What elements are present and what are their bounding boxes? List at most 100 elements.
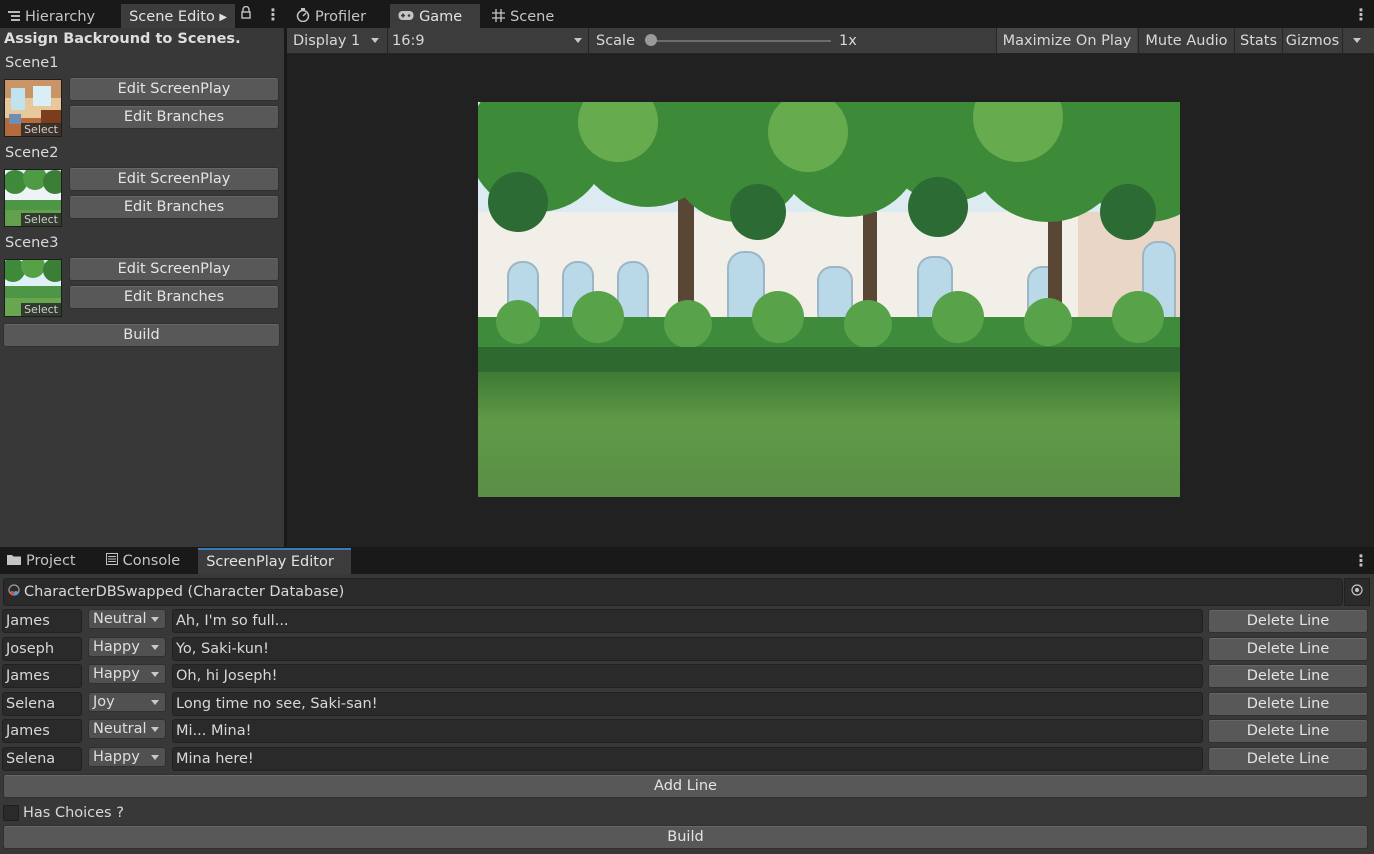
- stats-button[interactable]: Stats: [1234, 28, 1282, 53]
- emotion-dropdown-value: Neutral: [93, 611, 147, 627]
- select-label[interactable]: Select: [21, 123, 61, 136]
- play-arrow-icon[interactable]: ▶: [219, 12, 227, 23]
- game-toolbar: Display 1 16:9 Scale 1x Maximize On Play…: [287, 28, 1374, 54]
- tab-project-label: Project: [26, 553, 76, 569]
- scene-label-2: Scene2: [5, 145, 59, 161]
- tab-scene[interactable]: Scene: [484, 4, 562, 30]
- tab-scene-label: Scene: [510, 9, 555, 25]
- screenplay-line-row: James Happy Oh, hi Joseph! Delete Line: [0, 664, 1374, 689]
- scene2-background-thumbnail[interactable]: Select: [4, 169, 62, 227]
- emotion-dropdown-value: Happy: [93, 638, 140, 655]
- tab-screenplay-editor[interactable]: ScreenPlay Editor: [198, 548, 352, 574]
- emotion-dropdown[interactable]: Neutral: [88, 609, 166, 629]
- emotion-dropdown[interactable]: Happy: [88, 636, 166, 657]
- select-label[interactable]: Select: [21, 303, 61, 316]
- chevron-down-icon: [151, 727, 159, 733]
- screenplay-line-row: James Neutral Mi... Mina! Delete Line: [0, 719, 1374, 744]
- tab-profiler[interactable]: Profiler: [287, 4, 374, 30]
- tab-scene-editor[interactable]: Scene Editor ▶: [121, 4, 236, 30]
- dialogue-text-field[interactable]: Yo, Saki-kun!: [172, 636, 1203, 661]
- delete-line-button[interactable]: Delete Line: [1208, 609, 1368, 633]
- dialogue-text-field[interactable]: Oh, hi Joseph!: [172, 664, 1203, 689]
- dialogue-text-field[interactable]: Mi... Mina!: [172, 719, 1203, 744]
- add-line-button[interactable]: Add Line: [3, 774, 1368, 798]
- character-name-field[interactable]: James: [2, 609, 82, 633]
- scene-build-button[interactable]: Build: [3, 323, 280, 347]
- has-choices-checkbox[interactable]: [3, 805, 19, 821]
- character-name-field[interactable]: James: [2, 664, 82, 689]
- lock-icon[interactable]: [241, 5, 251, 23]
- select-label[interactable]: Select: [21, 213, 61, 226]
- scene-editor-panel: Assign Backround to Scenes. Scene1 Selec…: [0, 28, 284, 547]
- profiler-icon: [296, 8, 310, 26]
- screenplay-line-row: Selena Joy Long time no see, Saki-san! Dele…: [0, 691, 1374, 716]
- character-name-field[interactable]: Selena: [2, 747, 82, 771]
- left-menu-kebab-icon[interactable]: ⋮: [265, 7, 281, 23]
- character-name-field[interactable]: Joseph: [2, 636, 82, 661]
- character-database-value: CharacterDBSwapped (Character Database): [24, 584, 345, 600]
- scene-label-1: Scene1: [5, 55, 59, 71]
- screenplay-build-button[interactable]: Build: [3, 825, 1368, 849]
- main-menu-kebab-icon[interactable]: ⋮: [1353, 7, 1369, 23]
- tab-project[interactable]: Project: [0, 548, 84, 574]
- object-picker-button[interactable]: [1344, 578, 1370, 606]
- tab-hierarchy-label: Hierarchy: [25, 9, 96, 25]
- grid-icon: [492, 8, 506, 26]
- delete-line-button[interactable]: Delete Line: [1208, 719, 1368, 744]
- gizmos-dropdown[interactable]: [1342, 28, 1370, 53]
- aspect-dropdown-value: 16:9: [392, 32, 425, 49]
- scale-label: Scale: [596, 32, 636, 49]
- delete-line-button[interactable]: Delete Line: [1208, 664, 1368, 689]
- character-name-field[interactable]: Selena: [2, 691, 82, 716]
- scene1-background-thumbnail[interactable]: Select: [4, 79, 62, 137]
- tab-game-label: Game: [419, 9, 463, 25]
- edit-screenplay-button-3[interactable]: Edit ScreenPlay: [69, 257, 279, 281]
- dialogue-text-field[interactable]: Ah, I'm so full...: [172, 609, 1203, 633]
- emotion-dropdown[interactable]: Joy: [88, 691, 166, 712]
- dialogue-text-field[interactable]: Mina here!: [172, 747, 1203, 771]
- gizmos-button[interactable]: Gizmos: [1282, 28, 1342, 53]
- game-view[interactable]: [287, 54, 1374, 547]
- tab-hierarchy[interactable]: Hierarchy: [0, 4, 103, 30]
- chevron-down-icon: [574, 38, 582, 43]
- maximize-on-play-button[interactable]: Maximize On Play: [996, 28, 1137, 53]
- scene3-background-thumbnail[interactable]: Select: [4, 259, 62, 317]
- chevron-down-icon: [1352, 38, 1361, 43]
- emotion-dropdown-value: Happy: [93, 749, 140, 765]
- character-name-field[interactable]: James: [2, 719, 82, 744]
- delete-line-button[interactable]: Delete Line: [1208, 691, 1368, 716]
- delete-line-button[interactable]: Delete Line: [1208, 636, 1368, 661]
- screenplay-line-row: James Neutral Ah, I'm so full... Delete Lin…: [0, 609, 1374, 633]
- scene-label-3: Scene3: [5, 235, 59, 251]
- edit-screenplay-button-2[interactable]: Edit ScreenPlay: [69, 167, 279, 191]
- target-icon: [1351, 584, 1363, 600]
- emotion-dropdown[interactable]: Happy: [88, 664, 166, 685]
- display-dropdown[interactable]: Display 1: [293, 28, 385, 53]
- tab-game[interactable]: Game: [390, 4, 481, 30]
- character-database-field[interactable]: CharacterDBSwapped (Character Database): [3, 578, 1343, 606]
- edit-branches-button-1[interactable]: Edit Branches: [69, 105, 279, 129]
- console-icon: [105, 553, 118, 569]
- screenplay-editor-panel: CharacterDBSwapped (Character Database) …: [0, 574, 1374, 854]
- edit-branches-button-3[interactable]: Edit Branches: [69, 285, 279, 309]
- chevron-down-icon: [151, 755, 159, 760]
- chevron-down-icon: [151, 644, 159, 650]
- delete-line-button[interactable]: Delete Line: [1208, 747, 1368, 771]
- has-choices-label: Has Choices ?: [23, 805, 124, 821]
- tab-console[interactable]: Console: [98, 548, 189, 574]
- bottom-menu-kebab-icon[interactable]: ⋮: [1353, 553, 1369, 569]
- emotion-dropdown[interactable]: Happy: [88, 747, 166, 767]
- emotion-dropdown[interactable]: Neutral: [88, 719, 166, 740]
- scene-editor-title: Assign Backround to Scenes.: [4, 31, 241, 47]
- bottom-tabs: Project Console ScreenPlay Editor: [0, 547, 1374, 574]
- mute-audio-button[interactable]: Mute Audio: [1138, 28, 1234, 53]
- tab-profiler-label: Profiler: [315, 9, 367, 25]
- dialogue-text-field[interactable]: Long time no see, Saki-san!: [172, 691, 1203, 716]
- edit-screenplay-button-1[interactable]: Edit ScreenPlay: [69, 77, 279, 101]
- gamepad-icon: [398, 9, 414, 25]
- edit-branches-button-2[interactable]: Edit Branches: [69, 195, 279, 219]
- tab-console-label: Console: [122, 553, 181, 569]
- aspect-dropdown[interactable]: 16:9: [392, 28, 584, 53]
- scale-slider-handle[interactable]: [645, 34, 657, 46]
- scale-slider[interactable]: [647, 40, 831, 42]
